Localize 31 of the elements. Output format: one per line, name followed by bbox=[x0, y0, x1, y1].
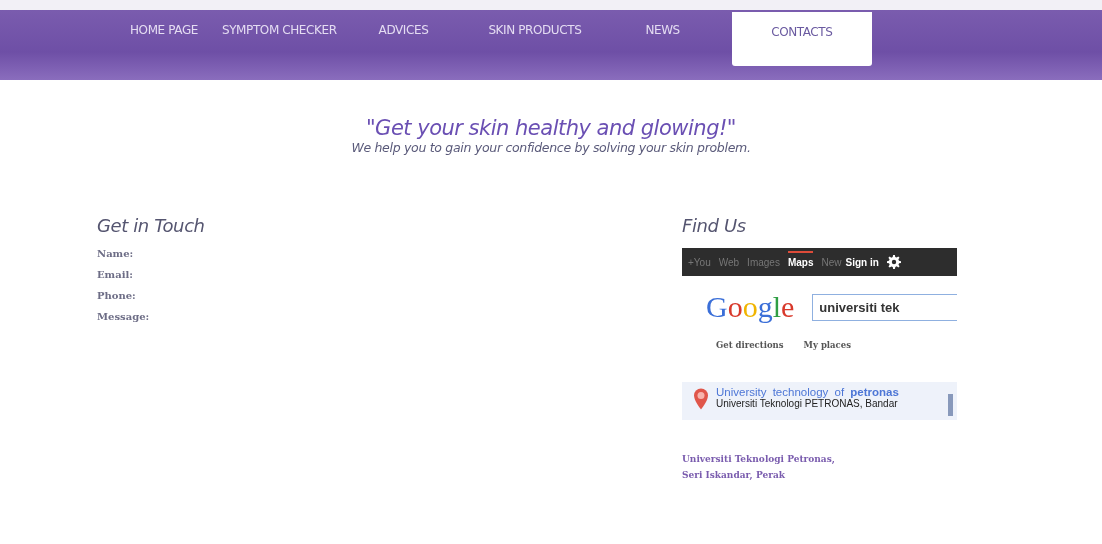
nav-tab[interactable]: ADVICES bbox=[366, 10, 441, 50]
result-title[interactable]: University technology of petronas bbox=[716, 386, 940, 398]
nav-tab[interactable]: SYMPTOM CHECKER bbox=[209, 10, 349, 50]
address-line: Seri Iskandar, Perak bbox=[682, 470, 786, 480]
bar-link[interactable]: Maps bbox=[787, 250, 814, 268]
bar-link[interactable]: New bbox=[821, 256, 842, 268]
nav-tab[interactable]: HOME PAGE bbox=[118, 10, 210, 50]
search-field[interactable]: universiti tek bbox=[812, 293, 957, 321]
field-label: Email: bbox=[97, 269, 134, 280]
bar-link[interactable]: Images bbox=[747, 256, 780, 268]
sign-in-link[interactable]: Sign in bbox=[845, 256, 879, 268]
map-pin-icon bbox=[694, 388, 708, 410]
nav-tab[interactable]: SKIN PRODUCTS bbox=[476, 10, 594, 50]
bar-link[interactable]: +You bbox=[688, 256, 711, 268]
hero-quote: "Get your skin healthy and glowing!" bbox=[364, 116, 738, 140]
scroll-bar bbox=[948, 394, 953, 416]
nav-tab[interactable]: NEWS bbox=[633, 10, 692, 50]
settings-icon[interactable] bbox=[886, 255, 901, 269]
hero-subtitle: We help you to gain your confidence by solving your skin problem. bbox=[350, 140, 752, 155]
map-link[interactable]: Get directions bbox=[716, 340, 784, 350]
nav-tab[interactable]: CONTACTS bbox=[731, 12, 872, 66]
result-address: Universiti Teknologi PETRONAS, Bandar bbox=[716, 398, 898, 409]
field-label: Message: bbox=[97, 311, 151, 322]
field-label: Name: bbox=[97, 248, 135, 259]
section-title: Find Us bbox=[682, 215, 747, 236]
address-line: Universiti Teknologi Petronas, bbox=[682, 454, 836, 464]
field-label: Phone: bbox=[97, 290, 137, 301]
logo: Google bbox=[706, 290, 795, 324]
section-title: Get in Touch bbox=[97, 215, 206, 236]
bar-link[interactable]: Web bbox=[718, 256, 740, 268]
map-link[interactable]: My places bbox=[803, 340, 851, 350]
